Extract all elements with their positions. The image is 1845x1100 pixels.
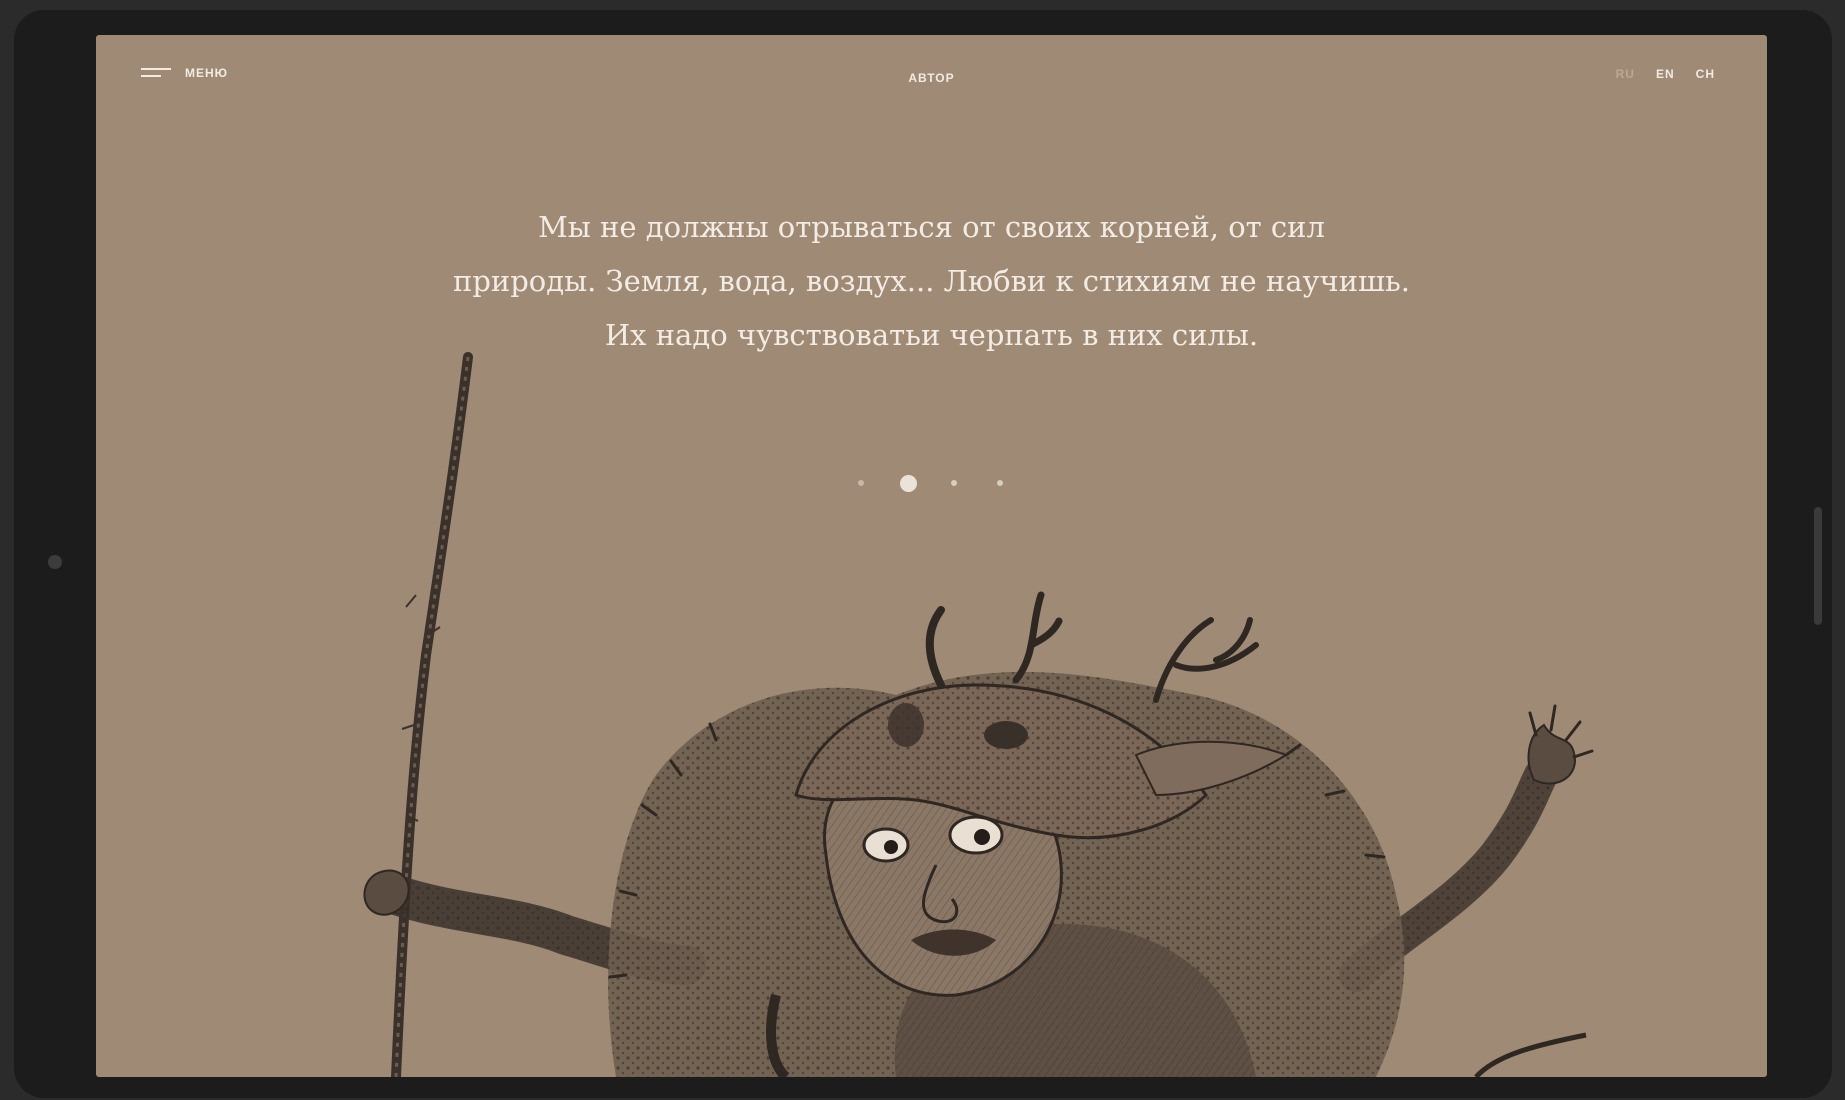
slider-dot-active[interactable] [900,475,917,492]
lang-en[interactable]: EN [1656,67,1675,81]
front-camera [48,555,62,569]
top-navigation: МЕНЮ АВТОР RU EN CH [96,35,1767,115]
screen: МЕНЮ АВТОР RU EN CH Мы не должны отрыват… [96,35,1767,1077]
slider-dot[interactable] [951,480,957,486]
lang-ru[interactable]: RU [1616,67,1635,81]
quote-line: Их надо чувствоватьи черпать в них силы. [604,318,1259,352]
side-button [1814,507,1822,625]
goblin-illustration [363,352,1594,1077]
slider-dot[interactable] [858,480,864,486]
author-link[interactable]: АВТОР [908,71,954,85]
slider-dot[interactable] [997,480,1003,486]
quote-line: природы. Земля, вода, воздух... Любви к … [452,264,1411,298]
quote-text: Мы не должны отрываться от своих корней,… [96,200,1767,362]
slider-pagination [96,473,1767,493]
quote-line: Мы не должны отрываться от своих корней,… [538,210,1325,244]
author-link-wrapper: АВТОР [96,67,1767,86]
lang-ch[interactable]: CH [1696,67,1715,81]
language-switcher: RU EN CH [1616,67,1715,81]
